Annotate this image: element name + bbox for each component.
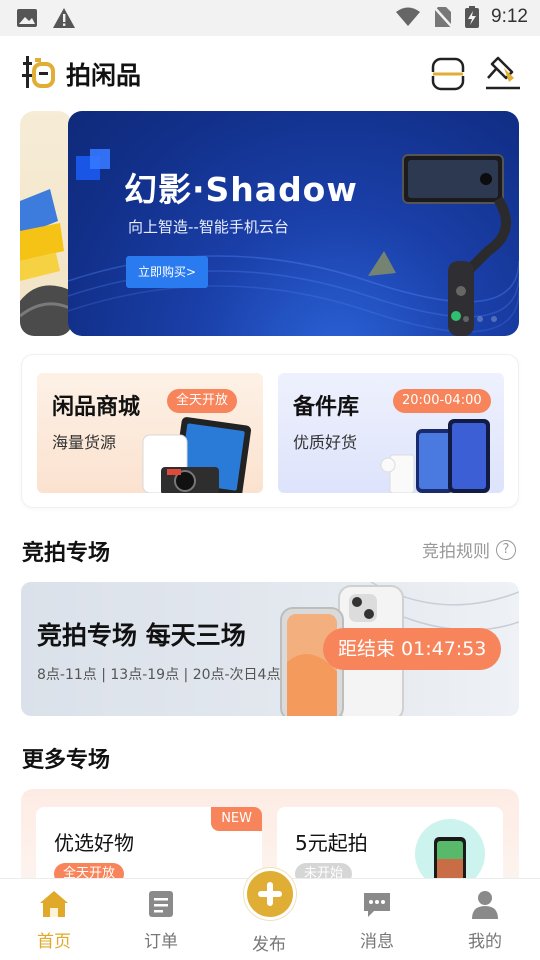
carousel-dot xyxy=(463,316,469,322)
auction-schedule: 8点-11点 | 13点-19点 | 20点-次日4点 xyxy=(37,667,281,683)
wifi-icon xyxy=(396,7,421,26)
battery-charging-icon xyxy=(465,6,480,28)
help-icon: ? xyxy=(496,539,516,560)
category-parts-warehouse[interactable]: 备件库 优质好货 20:00-04:00 xyxy=(278,373,504,493)
publish-button[interactable] xyxy=(244,868,296,920)
auction-section-title: 竞拍专场 xyxy=(22,541,111,566)
no-sim-icon xyxy=(433,6,453,28)
carousel-dot xyxy=(477,316,483,322)
new-badge: NEW xyxy=(211,807,262,831)
banner-subtitle: 向上智造--智能手机云台 xyxy=(128,218,289,236)
banner-previous-slide[interactable] xyxy=(20,111,72,336)
app-header: 拍闲品 xyxy=(0,36,540,108)
publish-label: 发布 xyxy=(252,935,286,955)
category-title: 闲品商城 xyxy=(52,395,141,420)
scan-button[interactable] xyxy=(430,56,466,92)
carousel-indicator xyxy=(463,316,497,322)
message-icon xyxy=(364,893,390,917)
carousel-dot xyxy=(491,316,497,322)
promo-banner[interactable]: 幻影·Shadow 向上智造--智能手机云台 立即购买> xyxy=(68,111,519,336)
warning-icon xyxy=(53,8,75,28)
tab-label: 订单 xyxy=(144,932,178,952)
category-subtitle: 海量货源 xyxy=(52,433,117,452)
category-idle-mall[interactable]: 闲品商城 海量货源 全天开放 xyxy=(37,373,263,493)
auction-rules-link[interactable]: 竞拍规则 ? xyxy=(422,537,516,562)
auction-countdown: 距结束 01:47:53 xyxy=(323,628,502,670)
home-icon xyxy=(40,891,68,917)
auction-banner-title: 竞拍专场 每天三场 xyxy=(37,621,246,650)
clock: 9:12 xyxy=(491,6,528,27)
tab-home[interactable]: 首页 xyxy=(14,879,94,960)
auction-hammer-button[interactable] xyxy=(484,54,522,92)
tab-label: 消息 xyxy=(360,932,394,952)
banner-title: 幻影·Shadow xyxy=(124,170,358,209)
profile-icon xyxy=(472,891,498,919)
tab-label: 首页 xyxy=(37,932,71,952)
buy-now-button[interactable]: 立即购买> xyxy=(126,256,208,288)
open-hours-badge: 全天开放 xyxy=(167,389,238,413)
category-subtitle: 优质好货 xyxy=(293,433,358,452)
category-panel: 闲品商城 海量货源 全天开放 备件库 优质好货 20:00-04:00 xyxy=(21,354,519,508)
plus-icon xyxy=(258,882,282,906)
category-title: 备件库 xyxy=(293,395,360,420)
auction-banner[interactable]: 竞拍专场 每天三场 8点-11点 | 13点-19点 | 20点-次日4点 距结… xyxy=(21,582,519,716)
tab-messages[interactable]: 消息 xyxy=(337,879,417,960)
image-notification-icon xyxy=(17,9,37,27)
card-title: 优选好物 xyxy=(54,831,134,855)
more-section-title: 更多专场 xyxy=(22,748,111,773)
order-icon xyxy=(149,891,173,917)
open-hours-badge: 20:00-04:00 xyxy=(393,389,491,413)
status-bar: 9:12 xyxy=(0,0,540,36)
tab-orders[interactable]: 订单 xyxy=(121,879,201,960)
auction-rules-label: 竞拍规则 xyxy=(422,542,490,562)
tab-label: 我的 xyxy=(468,932,502,952)
app-title: 拍闲品 xyxy=(66,61,142,90)
app-logo-icon xyxy=(22,56,55,88)
card-title: 5元起拍 xyxy=(295,831,368,855)
tab-profile[interactable]: 我的 xyxy=(445,879,525,960)
